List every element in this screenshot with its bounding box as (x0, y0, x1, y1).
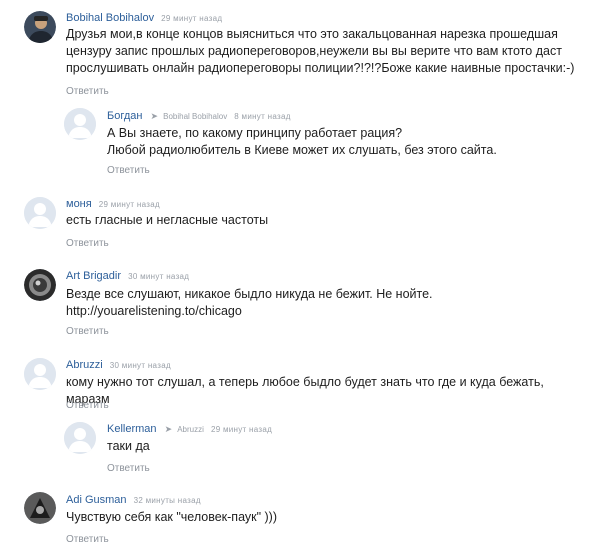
comment-text: есть гласные и негласные частоты (66, 213, 269, 227)
comment-author[interactable]: Adi Gusman (66, 494, 127, 506)
reply-button[interactable]: Ответить (66, 400, 109, 412)
comment-item: Abruzzi 30 минут назад кому нужно тот сл… (0, 347, 600, 417)
comment-time: 29 минут назад (98, 200, 160, 209)
comment-author[interactable]: моня (66, 198, 92, 210)
comment-reply-item: Богдан ➤ Bobihal Bobihalov 8 минут назад… (0, 100, 600, 185)
reply-arrow-icon: ➤ (150, 111, 159, 121)
user-photo-avatar[interactable] (24, 492, 56, 524)
comment-reply-item: Kellerman ➤ Abruzzi 29 минут назад таки … (0, 417, 600, 487)
user-photo-avatar[interactable] (24, 269, 56, 301)
comment-text: таки да (107, 439, 150, 453)
comment-author[interactable]: Богдан (107, 110, 142, 122)
reply-button[interactable]: Ответить (66, 238, 109, 250)
reply-button[interactable]: Ответить (66, 534, 109, 546)
default-avatar[interactable] (64, 422, 96, 454)
comment-author[interactable]: Bobihal Bobihalov (66, 12, 154, 24)
comment-item: моня 29 минут назад есть гласные и негла… (0, 185, 600, 257)
comment-text: Чувствую себя как "человек-паук" ))) (66, 510, 277, 524)
comment-text: Друзья мои,в конце концов выясниться что… (66, 27, 575, 75)
default-avatar[interactable] (24, 197, 56, 229)
comment-thread: Bobihal Bobihalov 29 минут назад Друзья … (0, 0, 600, 557)
comment-text: кому нужно тот слушал, а теперь любое бы… (66, 375, 544, 406)
comment-time: 30 минут назад (128, 272, 190, 281)
reply-button[interactable]: Ответить (66, 326, 109, 338)
comment-time: 29 минут назад (161, 14, 223, 23)
reply-to-author[interactable]: Bobihal Bobihalov (163, 112, 227, 121)
comment-time: 32 минуты назад (133, 496, 201, 505)
reply-to-author[interactable]: Abruzzi (177, 425, 204, 434)
comment-text: А Вы знаете, по какому принципу работает… (107, 126, 497, 157)
comment-time: 8 минут назад (234, 112, 291, 121)
comment-item: Art Brigadir 30 минут назад Везде все сл… (0, 257, 600, 347)
comment-author[interactable]: Kellerman (107, 423, 157, 435)
comment-time: 30 минут назад (109, 361, 171, 370)
comment-item: Adi Gusman 32 минуты назад Чувствую себя… (0, 487, 600, 557)
reply-arrow-icon: ➤ (164, 424, 173, 434)
comment-time: 29 минут назад (210, 425, 273, 434)
comment-item: Bobihal Bobihalov 29 минут назад Друзья … (0, 0, 600, 100)
comment-author[interactable]: Art Brigadir (66, 270, 121, 282)
default-avatar[interactable] (64, 108, 96, 140)
comment-text: Везде все слушают, никакое быдло никуда … (66, 287, 433, 318)
default-avatar[interactable] (24, 358, 56, 390)
reply-button[interactable]: Ответить (66, 86, 109, 98)
user-photo-avatar[interactable] (24, 11, 56, 43)
reply-button[interactable]: Ответить (107, 463, 150, 475)
comment-author[interactable]: Abruzzi (66, 359, 103, 371)
reply-button[interactable]: Ответить (107, 165, 150, 177)
